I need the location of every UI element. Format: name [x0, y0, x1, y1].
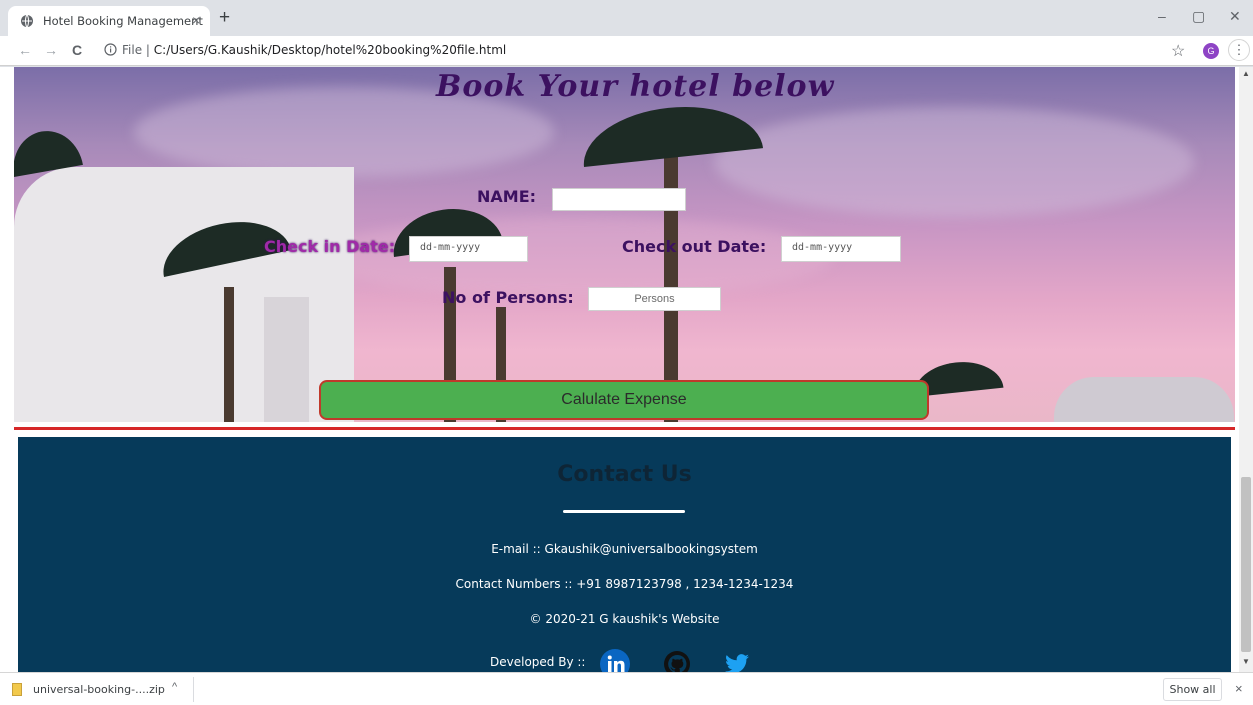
hero-section: Book Your hotel below NAME: Check in Dat… [14, 67, 1235, 422]
back-icon[interactable]: ← [18, 42, 32, 58]
hero-title: Book Your hotel below [436, 69, 835, 104]
menu-icon[interactable]: ⋮ [1228, 39, 1250, 61]
contact-phones: Contact Numbers :: +91 8987123798 , 1234… [455, 577, 794, 591]
developed-by-label: Developed By :: [490, 655, 586, 669]
window-close-icon[interactable]: ✕ [1229, 8, 1241, 25]
linkedin-icon[interactable] [600, 649, 630, 672]
page-scrollbar[interactable]: ▲ ▼ [1239, 67, 1253, 672]
download-bar: universal-booking-....zip ^ Show all × [0, 672, 1253, 705]
reload-icon[interactable]: C [72, 42, 82, 58]
profile-avatar[interactable]: G [1203, 43, 1219, 59]
new-tab-button[interactable]: + [219, 7, 230, 29]
address-url: C:/Users/G.Kaushik/Desktop/hotel%20booki… [153, 43, 507, 57]
browser-toolbar: ← → C File | C:/Users/G.Kaushik/Desktop/… [0, 36, 1253, 66]
show-all-button[interactable]: Show all [1163, 678, 1222, 701]
github-icon[interactable] [662, 649, 692, 672]
contact-email: E-mail :: Gkaushik@universalbookingsyste… [491, 542, 758, 556]
address-prefix: File | [122, 43, 154, 57]
maximize-icon[interactable]: ▢ [1192, 8, 1205, 25]
download-options-icon[interactable]: ^ [172, 681, 177, 693]
forward-icon[interactable]: → [44, 42, 58, 58]
checkout-date-input[interactable]: dd-mm-yyyy [781, 236, 901, 262]
download-bar-close-icon[interactable]: × [1235, 681, 1243, 696]
info-icon[interactable] [104, 43, 117, 56]
scroll-thumb[interactable] [1241, 477, 1251, 652]
bookmark-star-icon[interactable]: ☆ [1171, 41, 1185, 61]
minimize-icon[interactable]: – [1158, 8, 1166, 24]
checkin-date-input[interactable]: dd-mm-yyyy [409, 236, 528, 262]
persons-label: No of Persons: [442, 288, 574, 307]
twitter-icon[interactable] [722, 649, 752, 672]
section-divider [14, 427, 1235, 430]
scroll-up-icon[interactable]: ▲ [1242, 69, 1250, 78]
download-separator [193, 677, 194, 702]
zip-file-icon [12, 683, 22, 696]
tab-strip: Hotel Booking Management × + – ▢ ✕ [0, 0, 1253, 36]
scroll-down-icon[interactable]: ▼ [1242, 657, 1250, 666]
copyright-text: © 2020-21 G kaushik's Website [529, 612, 720, 626]
contact-footer: Contact Us E-mail :: Gkaushik@universalb… [18, 437, 1231, 672]
download-file-name[interactable]: universal-booking-....zip [33, 683, 165, 696]
tab-title: Hotel Booking Management [43, 14, 203, 28]
checkout-label: Check out Date: [622, 237, 767, 256]
calculate-expense-button[interactable]: Calulate Expense [319, 380, 929, 420]
contact-title: Contact Us [557, 462, 692, 487]
checkin-label: Check in Date: [264, 237, 396, 256]
title-underline [563, 510, 685, 513]
globe-icon [21, 14, 33, 28]
address-bar[interactable]: File | C:/Users/G.Kaushik/Desktop/hotel%… [122, 43, 506, 57]
persons-input[interactable]: Persons [588, 287, 721, 311]
page-viewport: Book Your hotel below NAME: Check in Dat… [0, 67, 1253, 672]
name-label: NAME: [477, 187, 537, 206]
browser-tab[interactable]: Hotel Booking Management × [8, 6, 210, 36]
name-field[interactable] [552, 188, 686, 211]
tab-close-icon[interactable]: × [192, 12, 200, 28]
